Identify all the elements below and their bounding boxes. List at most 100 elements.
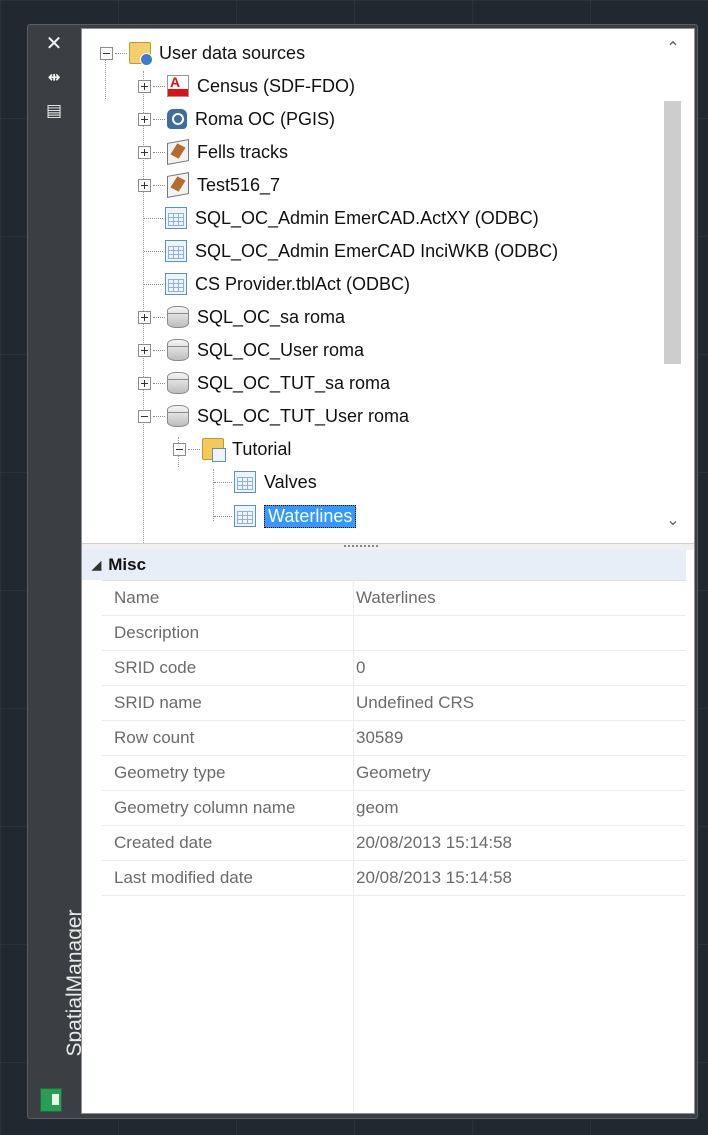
property-value: 30589 xyxy=(356,728,404,747)
tree-item-label: User data sources xyxy=(159,42,306,63)
property-row-geometry-column[interactable]: Geometry column name geom xyxy=(102,791,686,826)
property-value: geom xyxy=(356,798,399,817)
property-row-created-date[interactable]: Created date 20/08/2013 15:14:58 xyxy=(102,826,686,861)
tree-connector xyxy=(115,52,127,54)
table-icon xyxy=(234,471,256,493)
tree-connector xyxy=(153,184,165,186)
tree-item-label: SQL_OC_User roma xyxy=(197,339,365,360)
property-row-row-count[interactable]: Row count 30589 xyxy=(102,721,686,756)
property-row-last-modified[interactable]: Last modified date 20/08/2013 15:14:58 xyxy=(102,861,686,896)
expand-icon[interactable] xyxy=(138,343,151,357)
tree-connector xyxy=(214,515,232,517)
property-value: Undefined CRS xyxy=(356,693,475,712)
file-source-icon xyxy=(167,139,189,165)
tree-item-census[interactable]: Census (SDF-FDO) xyxy=(138,71,355,101)
file-source-icon xyxy=(167,172,189,198)
property-name: SRID code xyxy=(114,658,197,677)
tree-connector xyxy=(144,250,163,252)
tree-connector xyxy=(188,448,200,450)
tree-item-sql-sa-roma[interactable]: SQL_OC_sa roma xyxy=(138,302,345,332)
property-row-geometry-type[interactable]: Geometry type Geometry xyxy=(102,756,686,791)
tree-item-label: Roma OC (PGIS) xyxy=(195,108,336,129)
tree-item-sql-tut-user-roma[interactable]: SQL_OC_TUT_User roma xyxy=(138,401,409,431)
tree-item-label: Fells tracks xyxy=(197,141,289,162)
tree-item-valves[interactable]: Valves xyxy=(214,467,317,497)
expand-icon[interactable] xyxy=(138,112,151,126)
expand-icon[interactable] xyxy=(138,145,151,159)
collapse-icon[interactable] xyxy=(100,46,113,60)
scroll-up-icon[interactable]: ⌃ xyxy=(652,33,694,63)
category-misc[interactable]: ◢ Misc xyxy=(82,550,686,581)
tree-connector xyxy=(153,316,165,318)
collapse-category-icon[interactable]: ◢ xyxy=(92,558,101,572)
tree-item-tutorial[interactable]: Tutorial xyxy=(173,434,291,464)
expand-icon[interactable] xyxy=(138,310,151,324)
database-icon xyxy=(167,372,189,394)
tree-item-label: Tutorial xyxy=(232,438,292,459)
tree-item-odbc-inciwkb[interactable]: SQL_OC_Admin EmerCAD InciWKB (ODBC) xyxy=(144,236,558,266)
database-icon xyxy=(167,306,189,328)
collapse-icon[interactable] xyxy=(173,442,186,456)
tree-connector xyxy=(214,481,232,483)
data-source-tree: User data sources Census (SDF-FDO) Roma … xyxy=(82,29,694,543)
property-row-name[interactable]: Name Waterlines xyxy=(102,581,686,616)
palette-side-strip: ✕ ⇹ ▤ SpatialManager xyxy=(31,28,86,1115)
database-icon xyxy=(167,405,189,427)
tree-item-sql-tut-sa-roma[interactable]: SQL_OC_TUT_sa roma xyxy=(138,368,390,398)
property-name: Last modified date xyxy=(114,868,253,887)
property-name: Created date xyxy=(114,833,213,852)
tree-item-sql-user-roma[interactable]: SQL_OC_User roma xyxy=(138,335,364,365)
tree-connector xyxy=(153,415,165,417)
schema-folder-icon xyxy=(202,438,226,462)
tree-item-user-data-sources[interactable]: User data sources xyxy=(100,38,305,68)
database-icon xyxy=(167,339,189,361)
postgis-icon xyxy=(167,109,187,129)
property-value: Waterlines xyxy=(356,588,436,607)
tree-connector xyxy=(153,85,165,87)
close-icon[interactable]: ✕ xyxy=(43,32,65,54)
tree-item-label: SQL_OC_Admin EmerCAD.ActXY (ODBC) xyxy=(195,207,539,228)
tree-item-label: SQL_OC_Admin EmerCAD InciWKB (ODBC) xyxy=(195,240,559,261)
autohide-icon[interactable]: ⇹ xyxy=(43,66,65,88)
tree-item-label: SQL_OC_sa roma xyxy=(197,306,346,327)
properties-menu-icon[interactable]: ▤ xyxy=(43,100,65,122)
tree-item-label: SQL_OC_TUT_User roma xyxy=(197,405,410,426)
tree-connector xyxy=(153,382,165,384)
content-panel: User data sources Census (SDF-FDO) Roma … xyxy=(81,28,695,1114)
tree-item-fells-tracks[interactable]: Fells tracks xyxy=(138,137,288,167)
property-row-srid-code[interactable]: SRID code 0 xyxy=(102,651,686,686)
spatialmanager-app-icon xyxy=(40,1088,62,1112)
table-icon xyxy=(165,207,187,229)
expand-icon[interactable] xyxy=(138,79,151,93)
scrollbar-thumb[interactable] xyxy=(664,101,681,364)
property-name: Name xyxy=(114,588,160,607)
property-row-description[interactable]: Description xyxy=(102,616,686,651)
tree-item-label: SQL_OC_TUT_sa roma xyxy=(197,372,391,393)
tree-item-waterlines[interactable]: Waterlines xyxy=(214,501,357,531)
tree-vertical-scrollbar[interactable]: ⌃ ⌄ xyxy=(652,29,694,543)
tree-item-cs-provider[interactable]: CS Provider.tblAct (ODBC) xyxy=(144,269,410,299)
tree-connector xyxy=(153,349,165,351)
expand-icon[interactable] xyxy=(138,376,151,390)
collapse-icon[interactable] xyxy=(138,409,151,423)
property-grid: ◢ Misc Name Waterlines Description SRID … xyxy=(82,550,694,1112)
sdf-icon xyxy=(167,74,189,97)
tree-item-label: Valves xyxy=(264,471,317,492)
tree-connector xyxy=(153,118,165,120)
tree-item-label: Test516_7 xyxy=(197,174,281,195)
scroll-down-icon[interactable]: ⌄ xyxy=(652,505,694,535)
property-name: Description xyxy=(114,623,200,642)
property-row-srid-name[interactable]: SRID name Undefined CRS xyxy=(102,686,686,721)
table-icon xyxy=(165,240,187,262)
property-name: SRID name xyxy=(114,693,202,712)
property-value: 20/08/2013 15:14:58 xyxy=(356,868,512,887)
expand-icon[interactable] xyxy=(138,178,151,192)
splitter-grip[interactable] xyxy=(344,545,378,547)
tree-item-test516[interactable]: Test516_7 xyxy=(138,170,280,200)
property-value: 20/08/2013 15:14:58 xyxy=(356,833,512,852)
tree-item-odbc-actxy[interactable]: SQL_OC_Admin EmerCAD.ActXY (ODBC) xyxy=(144,203,539,233)
tree-item-roma-oc[interactable]: Roma OC (PGIS) xyxy=(138,104,335,134)
property-name: Geometry type xyxy=(114,763,226,782)
tree-connector xyxy=(153,151,165,153)
property-value: Geometry xyxy=(356,763,431,782)
